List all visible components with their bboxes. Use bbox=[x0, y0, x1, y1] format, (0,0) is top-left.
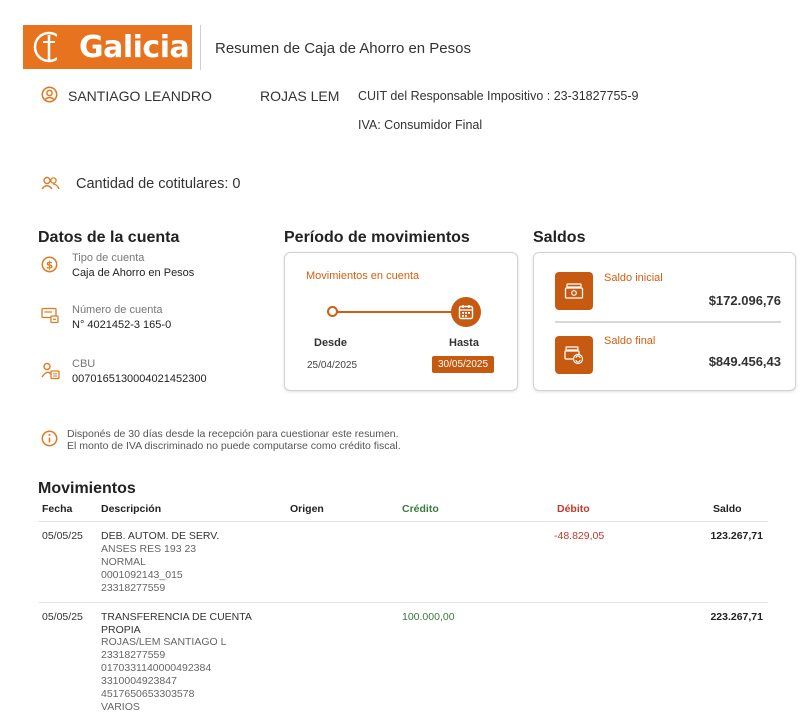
row-1-debit: -48.829,05 bbox=[554, 530, 605, 542]
final-balance-value: $849.456,43 bbox=[708, 354, 781, 369]
galicia-logo: Galicia bbox=[23, 25, 192, 69]
cash-icon bbox=[564, 283, 584, 299]
column-header-balance: Saldo bbox=[713, 503, 742, 515]
holder-first-name: SANTIAGO LEANDRO bbox=[68, 88, 212, 104]
row-1-detail-4: 23318277559 bbox=[101, 582, 166, 594]
calendar-icon bbox=[458, 305, 474, 320]
account-number-value: N° 4021452-3 165-0 bbox=[72, 319, 172, 331]
account-type-label: Tipo de cuenta bbox=[72, 252, 145, 264]
balances-section-title: Saldos bbox=[533, 229, 586, 246]
initial-balance-label: Saldo inicial bbox=[604, 272, 663, 284]
row-2-date: 05/05/25 bbox=[42, 611, 83, 623]
column-header-debit: Débito bbox=[557, 503, 590, 515]
movements-section-title: Movimientos bbox=[38, 480, 136, 497]
brand-name: Galicia bbox=[79, 29, 190, 65]
table-header-divider bbox=[38, 521, 768, 522]
column-header-date: Fecha bbox=[42, 503, 73, 515]
row-2-detail-1: ROJAS/LEM SANTIAGO L bbox=[101, 636, 227, 648]
page-title: Resumen de Caja de Ahorro en Pesos bbox=[215, 40, 471, 57]
timeline-end-marker bbox=[451, 297, 481, 327]
from-date: 25/04/2025 bbox=[307, 360, 358, 371]
row-1-detail-3: 0001092143_015 bbox=[101, 569, 183, 581]
column-header-description: Descripción bbox=[101, 503, 162, 515]
to-label: Hasta bbox=[449, 337, 479, 349]
period-card: Movimientos en cuenta Desde Hasta 25/04/… bbox=[284, 252, 518, 391]
row-2-detail-3: 0170331140000492384 bbox=[101, 662, 212, 674]
period-timeline bbox=[333, 311, 453, 313]
row-2-title: TRANSFERENCIA DE CUENTA PROPIA bbox=[101, 611, 252, 636]
row-1-date: 05/05/25 bbox=[42, 530, 83, 542]
header-divider bbox=[200, 25, 201, 70]
row-1-detail-2: NORMAL bbox=[101, 556, 146, 568]
row-2-balance: 223.267,71 bbox=[710, 611, 763, 623]
initial-balance-value: $172.096,76 bbox=[708, 293, 781, 308]
row-2-detail-2: 23318277559 bbox=[101, 649, 166, 661]
balances-card: Saldo inicial $172.096,76 Saldo final $8… bbox=[533, 252, 796, 391]
row-2-detail-5: 4517650653303578 bbox=[101, 688, 195, 700]
iva-info: IVA: Consumidor Final bbox=[358, 118, 483, 132]
row-1-title: DEB. AUTOM. DE SERV. bbox=[101, 530, 220, 542]
initial-balance-icon-box bbox=[555, 272, 593, 310]
period-section-title: Período de movimientos bbox=[284, 229, 470, 246]
cuit-info: CUIT del Responsable Impositivo : 23-318… bbox=[358, 89, 639, 103]
column-header-origin: Origen bbox=[290, 503, 324, 515]
period-card-title: Movimientos en cuenta bbox=[306, 270, 420, 282]
cotitulares-icon bbox=[41, 176, 60, 190]
column-header-credit: Crédito bbox=[402, 503, 439, 515]
cash-refresh-icon bbox=[564, 346, 584, 365]
account-number-label: Número de cuenta bbox=[72, 304, 163, 316]
cbu-value: 0070165130004021452300 bbox=[72, 373, 207, 385]
final-balance-label: Saldo final bbox=[604, 335, 656, 347]
row-1-balance: 123.267,71 bbox=[710, 530, 763, 542]
notice-line-1: Disponés de 30 días desde la recepción p… bbox=[67, 428, 399, 440]
row-divider bbox=[38, 602, 768, 603]
final-balance-icon-box bbox=[555, 336, 593, 374]
dollar-icon: $ bbox=[41, 256, 58, 273]
info-icon bbox=[41, 430, 58, 447]
account-type-value: Caja de Ahorro en Pesos bbox=[72, 267, 195, 279]
row-2-detail-4: 3310004923847 bbox=[101, 675, 177, 687]
to-date-badge: 30/05/2025 bbox=[432, 356, 495, 373]
row-1-detail-1: ANSES RES 193 23 bbox=[101, 543, 197, 555]
balances-divider bbox=[555, 321, 781, 323]
cotitulares-count: Cantidad de cotitulares: 0 bbox=[76, 176, 241, 192]
row-2-credit: 100.000,00 bbox=[402, 611, 455, 623]
svg-text:$: $ bbox=[46, 259, 53, 271]
user-icon bbox=[41, 86, 58, 103]
holder-last-name: ROJAS LEM bbox=[260, 88, 340, 104]
timeline-start-dot bbox=[327, 306, 338, 317]
row-2-detail-6: VARIOS bbox=[101, 701, 140, 713]
account-section-title: Datos de la cuenta bbox=[38, 229, 180, 246]
from-label: Desde bbox=[314, 337, 348, 349]
account-number-icon bbox=[41, 307, 59, 324]
cbu-label: CBU bbox=[72, 358, 96, 370]
cbu-icon bbox=[41, 362, 60, 380]
galicia-logo-icon bbox=[33, 29, 69, 65]
notice-line-2: El monto de IVA discriminado no puede co… bbox=[67, 440, 401, 452]
